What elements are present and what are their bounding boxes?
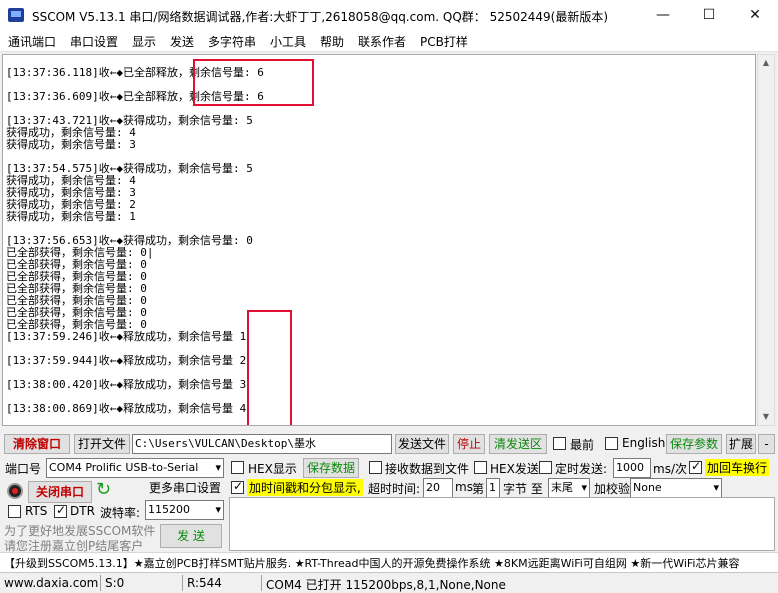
menu-send[interactable]: 发送 — [170, 33, 194, 50]
send-button[interactable]: 发 送 — [160, 524, 222, 548]
website-link[interactable]: www.daxia.com — [4, 576, 98, 590]
collapse-button[interactable]: - — [758, 434, 775, 454]
recv-to-file-label: 接收数据到文件 — [385, 462, 470, 476]
baud-label: 波特率: — [100, 506, 141, 520]
log-line: [13:37:59.246]收←◆释放成功，剩余信号量 1 — [6, 330, 247, 343]
send-textarea[interactable] — [229, 497, 775, 551]
baud-select[interactable]: 115200 — [145, 500, 224, 520]
ad-text[interactable]: 【升级到SSCOM5.13.1】★嘉立创PCB打样SMT贴片服务. ★RT-Th… — [4, 555, 740, 571]
dtr-label: DTR — [70, 504, 95, 518]
hex-display-checkbox[interactable] — [231, 461, 244, 474]
hex-send-checkbox[interactable] — [474, 461, 487, 474]
clear-send-button[interactable]: 清发送区 — [489, 434, 547, 454]
menu-port[interactable]: 通讯端口 — [8, 33, 56, 50]
maximize-icon[interactable]: ☐ — [686, 0, 732, 30]
checksum-select[interactable]: None — [630, 478, 722, 498]
status-divider — [100, 575, 101, 591]
file-path-input[interactable]: C:\Users\VULCAN\Desktop\墨水 — [132, 434, 392, 454]
log-line: [13:38:00.420]收←◆释放成功，剩余信号量 3 — [6, 378, 247, 391]
status-divider — [261, 575, 262, 591]
close-icon[interactable]: ✕ — [732, 0, 778, 30]
port-select[interactable]: COM4 Prolific USB-to-Serial — [46, 458, 224, 478]
scroll-up-icon[interactable]: ▲ — [758, 55, 774, 71]
refresh-icon[interactable]: ↻ — [96, 479, 111, 500]
ad-bar: 【升级到SSCOM5.13.1】★嘉立创PCB打样SMT贴片服务. ★RT-Th… — [0, 552, 778, 572]
status-divider — [182, 575, 183, 591]
more-settings-button[interactable]: 更多串口设置 — [146, 479, 224, 499]
expand-button[interactable]: 扩展 — [726, 434, 756, 454]
stop-button[interactable]: 停止 — [453, 434, 485, 454]
send-file-button[interactable]: 发送文件 — [395, 434, 449, 454]
port-status-icon — [7, 483, 23, 499]
interval-unit: ms/次 — [653, 462, 687, 476]
close-port-button[interactable]: 关闭串口 — [28, 481, 92, 503]
clear-window-button[interactable]: 清除窗口 — [4, 434, 70, 454]
menu-pcb[interactable]: PCB打样 — [420, 33, 468, 50]
hex-send-label: HEX发送 — [490, 462, 539, 476]
byte-index-prefix: 第 — [472, 482, 485, 496]
log-line: [13:37:59.944]收←◆释放成功，剩余信号量 2 — [6, 354, 247, 367]
save-params-button[interactable]: 保存参数 — [666, 434, 722, 454]
byte-index-input[interactable]: 1 — [486, 478, 500, 498]
menu-help[interactable]: 帮助 — [320, 33, 344, 50]
save-data-button[interactable]: 保存数据 — [303, 458, 359, 478]
menu-display[interactable]: 显示 — [132, 33, 156, 50]
scroll-down-icon[interactable]: ▼ — [758, 409, 774, 425]
english-checkbox[interactable] — [605, 437, 618, 450]
checksum-label: 加校验 — [594, 482, 631, 496]
recv-to-file-checkbox[interactable] — [369, 461, 382, 474]
timeout-input[interactable]: 20 — [423, 478, 453, 498]
minimize-icon[interactable]: — — [640, 0, 686, 30]
menu-serial-settings[interactable]: 串口设置 — [70, 33, 118, 50]
app-icon — [8, 8, 24, 22]
receive-area[interactable]: [13:37:36.118]收←◆已全部释放，剩余信号量: 6 [13:37:3… — [2, 54, 756, 426]
status-bar: www.daxia.com S:0 R:544 COM4 已打开 115200b… — [0, 572, 778, 593]
sent-count: S:0 — [105, 576, 125, 590]
timed-send-label: 定时发送: — [555, 462, 608, 476]
topmost-label: 最前 — [570, 438, 595, 452]
interval-input[interactable]: 1000 — [613, 458, 651, 478]
highlight-box — [193, 59, 314, 106]
log-line: 获得成功，剩余信号量: 1 — [6, 210, 136, 223]
hex-display-label: HEX显示 — [248, 462, 297, 476]
timed-send-checkbox[interactable] — [539, 461, 552, 474]
title-bar: SSCOM V5.13.1 串口/网络数据调试器,作者:大虾丁丁,2618058… — [0, 0, 778, 30]
open-file-button[interactable]: 打开文件 — [74, 434, 130, 454]
rts-checkbox[interactable] — [8, 505, 21, 518]
receive-scrollbar[interactable]: ▲ ▼ — [757, 54, 775, 426]
menu-tools[interactable]: 小工具 — [270, 33, 306, 50]
timestamp-checkbox[interactable] — [231, 479, 244, 494]
window-title: SSCOM V5.13.1 串口/网络数据调试器,作者:大虾丁丁,2618058… — [32, 10, 609, 24]
append-crlf-label: 加回车换行 — [705, 459, 770, 476]
byte-to-label: 字节 至 — [503, 482, 543, 496]
log-line: [13:38:00.869]收←◆释放成功，剩余信号量 4 — [6, 402, 247, 415]
topmost-checkbox[interactable] — [553, 437, 566, 450]
timeout-unit: ms — [455, 480, 473, 494]
log-line: 获得成功，剩余信号量: 3 — [6, 138, 136, 151]
rts-label: RTS — [25, 504, 48, 518]
highlight-box — [247, 310, 292, 425]
port-label: 端口号 — [5, 462, 42, 476]
dtr-checkbox[interactable] — [54, 503, 67, 518]
byte-end-select[interactable]: 末尾 — [548, 478, 590, 498]
menu-multi-string[interactable]: 多字符串 — [208, 33, 256, 50]
append-crlf-checkbox[interactable] — [689, 459, 702, 474]
english-label: English — [622, 436, 666, 450]
timestamp-label: 加时间戳和分包显示, — [247, 479, 363, 496]
menu-bar: 通讯端口 串口设置 显示 发送 多字符串 小工具 帮助 联系作者 PCB打样 — [0, 30, 778, 52]
menu-contact[interactable]: 联系作者 — [358, 33, 406, 50]
received-count: R:544 — [187, 576, 222, 590]
port-status-text: COM4 已打开 115200bps,8,1,None,None — [266, 578, 506, 592]
timeout-label: 超时时间: — [368, 482, 421, 496]
